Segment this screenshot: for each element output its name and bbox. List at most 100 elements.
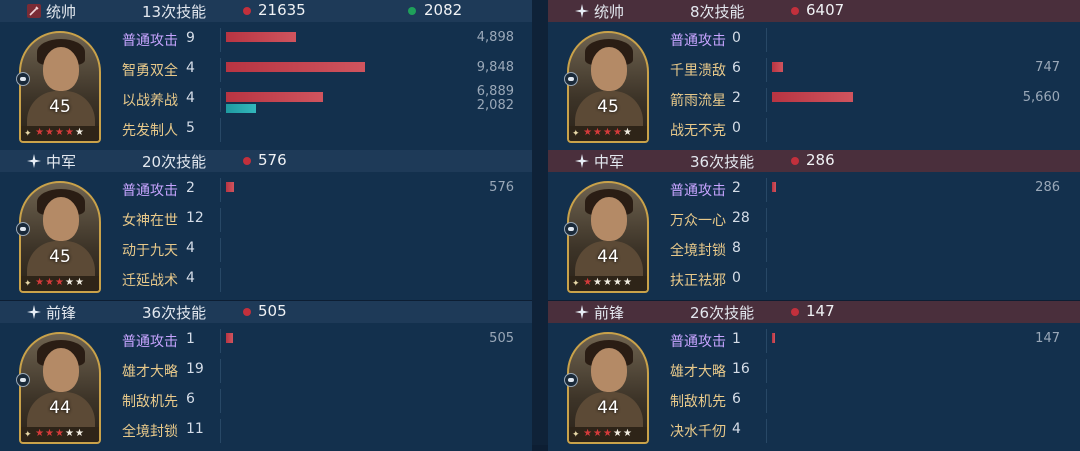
skill-name[interactable]: 普通攻击 [670, 331, 726, 351]
skill-name[interactable]: 制敌机先 [122, 391, 178, 411]
left-section-body-1: 45 ★★★★★ ✦ 普通攻击 2 576 女神在世 12 动于九天 4 迁延战术 4 [0, 172, 532, 300]
star-icon: ★ [612, 428, 623, 439]
row-divider [766, 268, 767, 292]
hero-face [591, 348, 627, 392]
hero-portrait[interactable]: 45 ★★★★★ ✦ [19, 31, 101, 143]
star-icon: ★ [612, 277, 623, 288]
skill-name[interactable]: 雄才大略 [670, 361, 726, 381]
hero-stars: ★★★★★ [21, 427, 99, 441]
skill-name[interactable]: 迁延战术 [122, 270, 178, 290]
hero-portrait[interactable]: 44 ★★★★★ ✦ [567, 181, 649, 293]
star-icon: ★ [64, 277, 75, 288]
star-icon: ★ [603, 428, 613, 439]
skill-trigger-count: 2 [186, 180, 195, 196]
row-divider [220, 329, 221, 353]
skill-name[interactable]: 箭雨流星 [670, 90, 726, 110]
total-damage: 286 [806, 151, 835, 169]
row-divider [220, 419, 221, 443]
hero-portrait[interactable]: 44 ★★★★★ ✦ [567, 332, 649, 444]
skill-trigger-count: 1 [732, 331, 741, 347]
hero-portrait[interactable]: 44 ★★★★★ ✦ [19, 332, 101, 444]
skill-name[interactable]: 动于九天 [122, 240, 178, 260]
row-divider [766, 58, 767, 82]
skill-trigger-count: 2 [732, 90, 741, 106]
role-label: 前锋 [594, 304, 625, 322]
skill-name[interactable]: 普通攻击 [670, 30, 726, 50]
right-section-body-2: 44 ★★★★★ ✦ 普通攻击 1 147 雄才大略 16 制敌机先 6 决水千仞 4 [548, 323, 1080, 451]
skill-name[interactable]: 女神在世 [122, 210, 178, 230]
star-icon: ★ [55, 428, 65, 439]
troop-type-icon [564, 72, 578, 86]
skill-name[interactable]: 万众一心 [670, 210, 726, 230]
hero-portrait[interactable]: 45 ★★★★★ ✦ [19, 181, 101, 293]
skill-trigger-count: 4 [186, 60, 195, 76]
skill-name[interactable]: 先发制人 [122, 120, 178, 140]
hero-level: 44 [597, 398, 619, 418]
damage-value: 576 [489, 180, 514, 195]
total-heal: 2082 [424, 1, 463, 19]
skill-row: 决水千仞 4 [664, 415, 1078, 445]
skill-name[interactable]: 全境封锁 [670, 240, 726, 260]
sword-icon [26, 3, 42, 19]
damage-bar [226, 333, 233, 343]
damage-value: 505 [489, 331, 514, 346]
role-label: 中军 [46, 153, 77, 171]
skill-row: 雄才大略 16 [664, 355, 1078, 385]
skill-name[interactable]: 普通攻击 [122, 180, 178, 200]
skill-name[interactable]: 智勇双全 [122, 60, 178, 80]
star-icon: ★ [612, 127, 623, 138]
skill-row: 全境封锁 8 [664, 234, 1078, 264]
skill-name[interactable]: 扶正祛邪 [670, 270, 726, 290]
awaken-pip-icon: ✦ [572, 129, 580, 139]
row-divider [220, 178, 221, 202]
heal-dot-icon [408, 7, 416, 15]
skill-trigger-count: 19 [186, 361, 204, 377]
damage-dot-icon [243, 157, 251, 165]
star-icon: ★ [45, 127, 56, 138]
skill-name[interactable]: 雄才大略 [122, 361, 178, 381]
skill-trigger-count: 28 [732, 210, 750, 226]
skill-name[interactable]: 普通攻击 [122, 331, 178, 351]
skill-name[interactable]: 决水千仞 [670, 421, 726, 441]
role-label: 统帅 [46, 3, 77, 21]
star-icon: ★ [45, 277, 56, 288]
role-label: 中军 [594, 153, 625, 171]
skill-trigger-count: 4 [186, 240, 195, 256]
star-icon: ★ [622, 428, 633, 439]
skill-row: 女神在世 12 [118, 204, 532, 234]
troop-type-icon [16, 222, 30, 236]
row-divider [766, 178, 767, 202]
star-icon: ★ [55, 277, 65, 288]
skill-trigger-count: 8 [732, 240, 741, 256]
left-section-header-1: 中军 20次技能 576 [0, 150, 532, 172]
right-team-panel: 统帅 8次技能 6407 45 ★★★★★ ✦ 普通攻击 0 千里溃敌 6 747 箭雨流… [548, 0, 1080, 451]
hero-level: 44 [49, 398, 71, 418]
right-section-header-0: 统帅 8次技能 6407 [548, 0, 1080, 22]
skill-trigger-count: 4 [186, 90, 195, 106]
star-icon: ★ [593, 127, 604, 138]
hero-stars: ★★★★★ [569, 126, 647, 140]
skill-name[interactable]: 制敌机先 [670, 391, 726, 411]
skill-name[interactable]: 千里溃敌 [670, 60, 726, 80]
skill-name[interactable]: 以战养战 [122, 90, 178, 110]
star-icon: ★ [55, 127, 65, 138]
hero-portrait[interactable]: 45 ★★★★★ ✦ [567, 31, 649, 143]
skill-name[interactable]: 普通攻击 [670, 180, 726, 200]
damage-dot-icon [791, 157, 799, 165]
skill-name[interactable]: 普通攻击 [122, 30, 178, 50]
skill-name[interactable]: 全境封锁 [122, 421, 178, 441]
skill-count-label: 36次技能 [690, 153, 755, 171]
damage-bar [226, 182, 234, 192]
skill-row: 全境封锁 11 [118, 415, 532, 445]
star-icon: ★ [603, 127, 613, 138]
star-icon: ★ [74, 428, 85, 439]
star-icon: ★ [583, 428, 594, 439]
skill-count-label: 13次技能 [142, 3, 207, 21]
damage-dot-icon [243, 308, 251, 316]
skill-row: 普通攻击 2 286 [664, 174, 1078, 204]
spark-icon [574, 3, 590, 19]
total-damage: 576 [258, 151, 287, 169]
damage-bar [772, 92, 853, 102]
skill-name[interactable]: 战无不克 [670, 120, 726, 140]
heal-value: 2,082 [476, 98, 514, 113]
